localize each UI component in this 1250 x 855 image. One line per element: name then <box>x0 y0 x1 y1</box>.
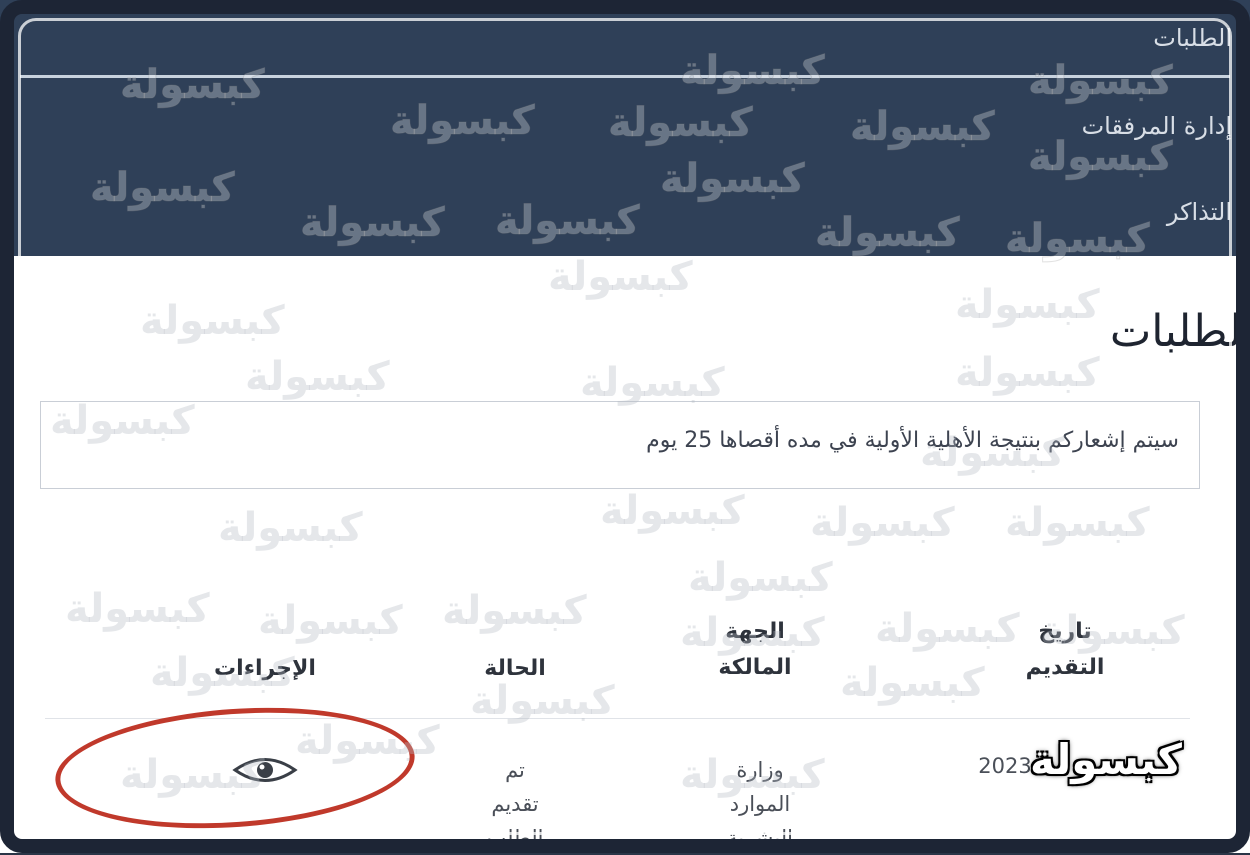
notice-text: سيتم إشعاركم بنتيجة الأهلية الأولية في م… <box>646 428 1179 453</box>
table-header-divider <box>45 718 1190 719</box>
cell-status: تم تقديم الطلب <box>486 758 544 850</box>
cell-owner-entity: وزارة الموارد البشرية <box>727 758 793 850</box>
site-logo: كبسولة <box>1030 735 1182 784</box>
header-submit-date: تاريخ التقديم <box>1025 619 1105 680</box>
header-actions: الإجراءات <box>214 656 316 681</box>
menu-item-attachments[interactable]: إدارة المرفقات <box>1082 112 1232 140</box>
notice-box: سيتم إشعاركم بنتيجة الأهلية الأولية في م… <box>40 401 1200 489</box>
view-request-button[interactable] <box>230 753 300 787</box>
header-owner-entity: الجهة المالكة <box>718 619 792 680</box>
page-title: لطلبات <box>1109 306 1242 357</box>
header-status: الحالة <box>484 656 546 681</box>
menu-divider <box>20 75 1230 78</box>
menu-item-requests[interactable]: الطلبات <box>1153 24 1232 52</box>
menu-item-tickets[interactable]: التذاكر <box>1167 198 1232 226</box>
eye-icon <box>232 758 298 782</box>
side-menu: الطلبات إدارة المرفقات التذاكر <box>0 0 1250 256</box>
